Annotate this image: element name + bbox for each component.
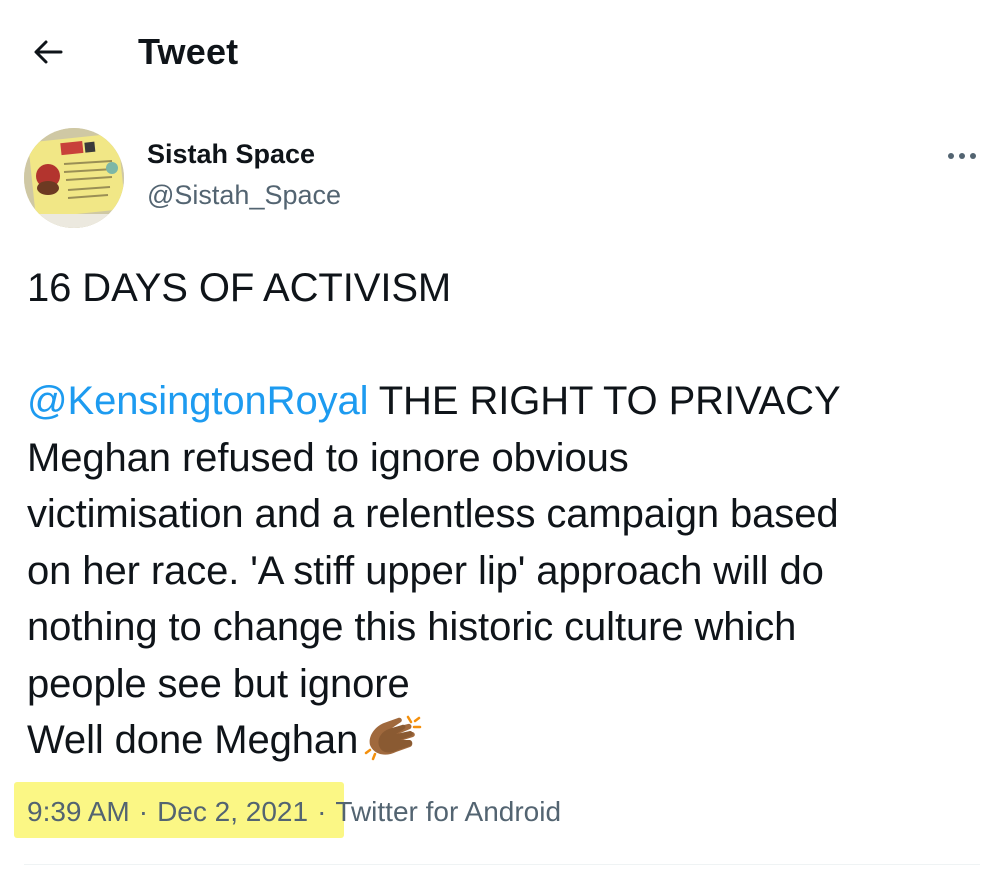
clapping-hands-icon [364, 715, 422, 777]
tweet-line: @KensingtonRoyal THE RIGHT TO PRIVACY [27, 373, 977, 430]
back-button[interactable] [30, 34, 66, 70]
tweet-line: people see but ignore [27, 661, 410, 706]
tweet-line: on her race. 'A stiff upper lip' approac… [27, 548, 824, 593]
more-horizontal-icon [948, 153, 976, 159]
tweet-line: Meghan refused to ignore obvious [27, 435, 629, 480]
tweet-line: 16 DAYS OF ACTIVISM [27, 266, 452, 310]
author-name[interactable]: Sistah Space [147, 139, 315, 170]
arrow-left-icon [34, 40, 63, 64]
avatar[interactable] [24, 128, 124, 228]
tweet-line: nothing to change this historic culture … [27, 605, 797, 649]
tweet-line: Well done Meghan [27, 712, 977, 777]
tweet-text: 16 DAYS OF ACTIVISM @KensingtonRoyal THE… [27, 260, 977, 777]
tweet-date[interactable]: Dec 2, 2021 [157, 796, 308, 828]
tweet-line: victimisation and a relentless campaign … [27, 492, 839, 536]
tweet-line-text: Well done Meghan [27, 718, 359, 762]
profile-avatar [24, 128, 124, 228]
tweet-source[interactable]: Twitter for Android [335, 796, 561, 828]
page-title: Tweet [138, 31, 239, 72]
top-bar: Tweet [0, 0, 984, 110]
tweet-line-text: THE RIGHT TO PRIVACY [368, 379, 841, 423]
meta-separator: · [317, 796, 327, 827]
more-options-button[interactable] [942, 142, 982, 170]
divider [24, 864, 980, 865]
author-handle[interactable]: @Sistah_Space [147, 180, 341, 211]
tweet-meta: 9:39 AM · Dec 2, 2021 · Twitter for Android [27, 796, 561, 828]
tweet-time[interactable]: 9:39 AM [27, 796, 130, 828]
meta-separator: · [138, 796, 149, 827]
mention-link[interactable]: @KensingtonRoyal [27, 379, 369, 423]
